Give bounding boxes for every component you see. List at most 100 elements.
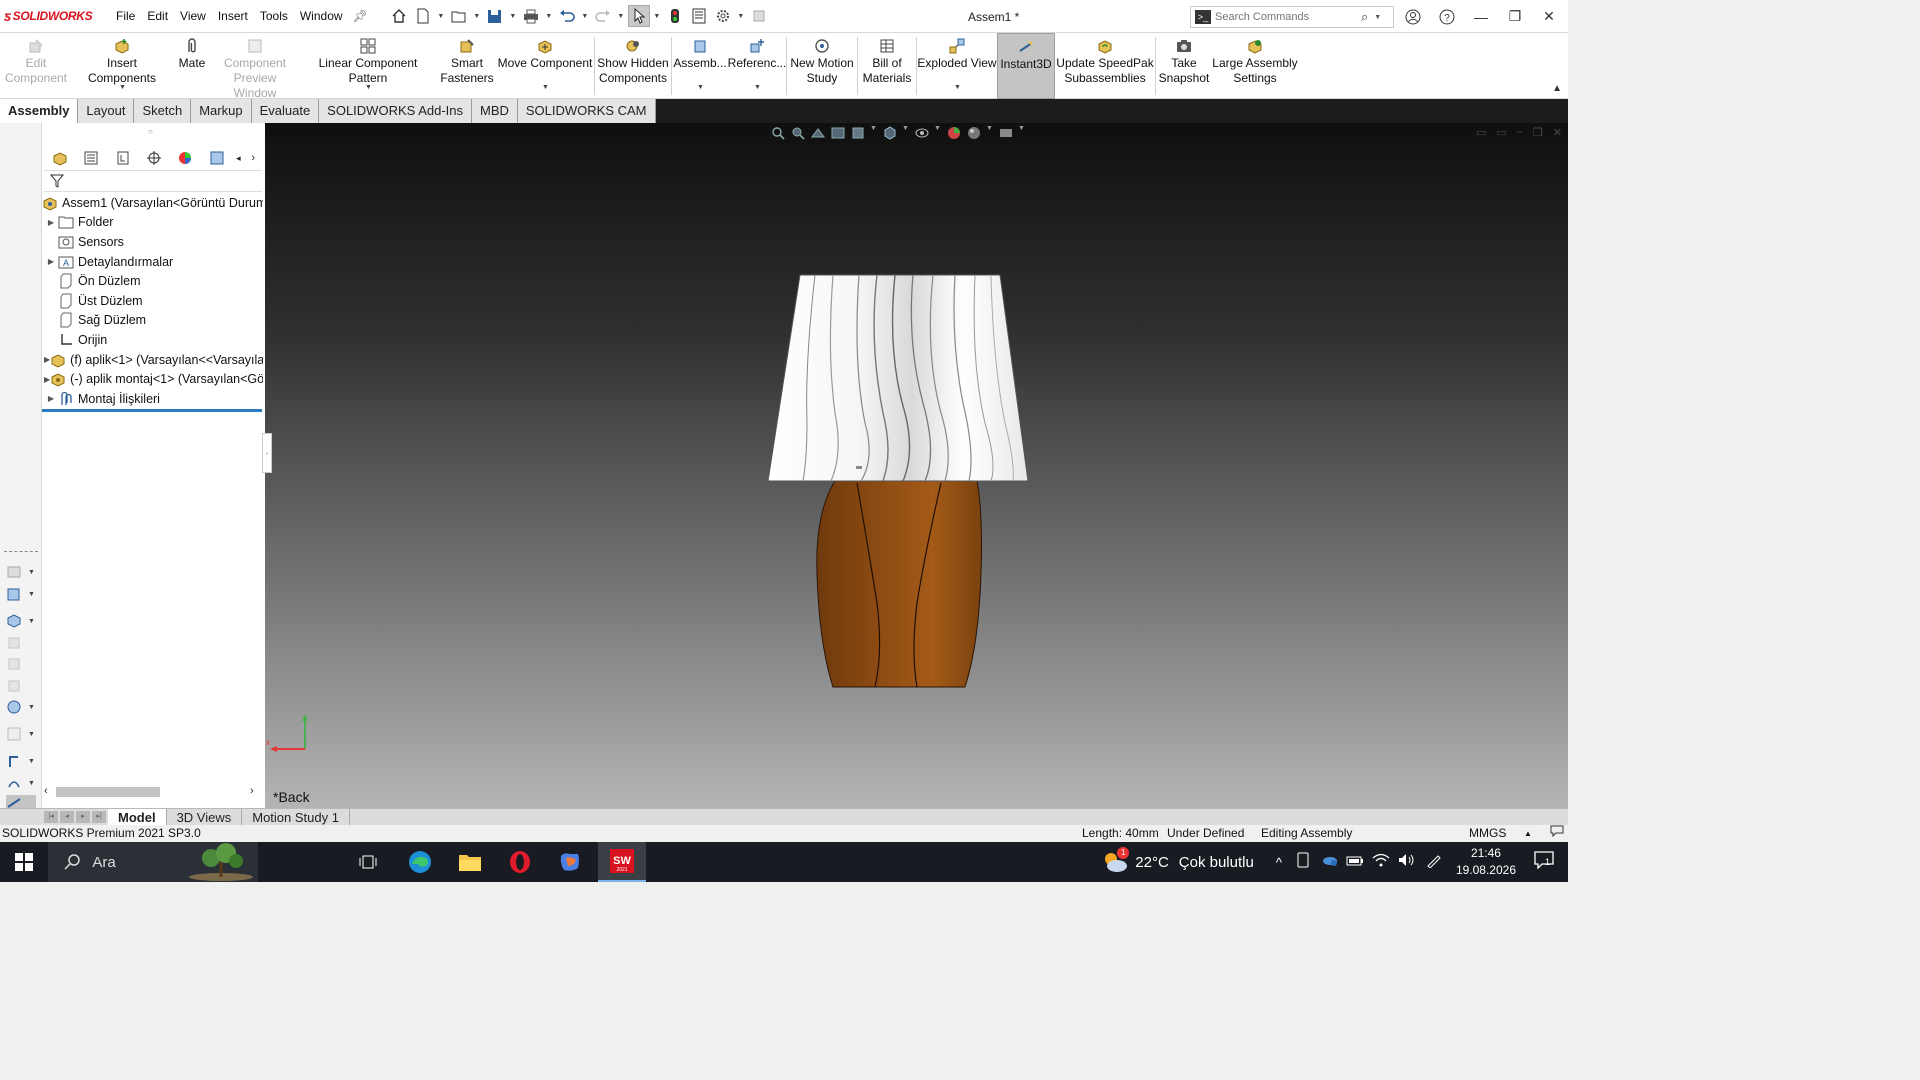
menu-tools[interactable]: Tools [254,9,294,23]
panel-splitter-handle[interactable]: ◦ [262,433,272,473]
viewport-restore-icon[interactable]: ❐ [1533,126,1543,139]
insert-components-dropdown-icon[interactable]: ▼ [119,80,126,95]
unit-system[interactable]: MMGS [1469,825,1506,842]
new-document-icon[interactable] [412,5,434,27]
tree-node-root-assembly[interactable]: Assem1 (Varsayılan<Görüntü Durumu-1>) [42,193,263,213]
featuremanager-tab-icon[interactable] [44,148,75,168]
take-snapshot-button[interactable]: Take Snapshot [1156,33,1212,99]
strip-tool-9[interactable]: ▼ [6,753,36,769]
windows-start-icon[interactable] [0,842,48,882]
edge-browser-icon[interactable] [399,842,441,882]
move-component-button[interactable]: Move Component ▼ [496,33,594,99]
onedrive-icon[interactable] [1320,853,1338,871]
menu-edit[interactable]: Edit [141,9,174,23]
strip-tool-10[interactable]: ▼ [6,775,36,791]
copilot-icon[interactable] [549,842,591,882]
redo-dropdown-icon[interactable]: ▼ [616,13,626,20]
propertymanager-tab-icon[interactable] [75,148,106,168]
edit-component-button[interactable]: Edit Component [0,33,72,99]
menu-view[interactable]: View [174,9,212,23]
tree-node-annotations[interactable]: ▶ A Detaylandırmalar [42,252,263,272]
strip-tool-1[interactable]: ▼ [6,564,36,580]
strip-tool-3-dropdown-icon[interactable]: ▼ [28,618,35,625]
undo-dropdown-icon[interactable]: ▼ [580,13,590,20]
menu-window[interactable]: Window [294,9,349,23]
viewport-minimize-icon[interactable]: – [1517,126,1523,139]
tabs-scroll-left-icon[interactable]: ◂ [233,153,245,164]
strip-tool-9-dropdown-icon[interactable]: ▼ [28,758,35,765]
strip-tool-2[interactable]: ▼ [6,586,36,602]
strip-tool-10-dropdown-icon[interactable]: ▼ [28,780,35,787]
file-properties-icon[interactable] [688,5,710,27]
solidworks-taskbar-icon[interactable]: SW 2021 [598,842,646,882]
tree-horizontal-scrollbar[interactable]: ‹ › [42,784,263,800]
tree-filter[interactable] [44,170,262,192]
minimize-icon[interactable]: — [1464,0,1498,33]
chat-bubble-icon[interactable] [1550,825,1564,842]
section-view-icon[interactable] [830,125,846,141]
view-orientation-icon[interactable] [882,125,898,141]
first-tab-icon[interactable]: |◂ [44,811,58,823]
strip-tool-7[interactable]: ▼ [6,699,36,715]
tab-3d-views[interactable]: 3D Views [167,809,243,825]
pen-workspace-icon[interactable] [1426,852,1442,872]
show-hidden-icons-chevron-icon[interactable]: ^ [1276,855,1282,870]
tab-evaluate[interactable]: Evaluate [251,99,320,123]
wifi-icon[interactable] [1372,853,1390,871]
hide-show-items-icon[interactable] [914,125,930,141]
rollback-bar[interactable] [42,409,262,412]
instant3d-button[interactable]: Instant3D [997,33,1055,99]
help-icon[interactable]: ? [1430,0,1464,33]
strip-tool-8-dropdown-icon[interactable]: ▼ [28,731,35,738]
linear-pattern-dropdown-icon[interactable]: ▼ [365,80,372,95]
tabs-scroll-right-icon[interactable]: › [244,152,262,164]
tree-node-front-plane[interactable]: Ön Düzlem [42,271,263,291]
options-dropdown-icon[interactable]: ▼ [736,13,746,20]
new-dropdown-icon[interactable]: ▼ [436,13,446,20]
apply-scene-icon[interactable] [966,125,982,141]
search-dropdown-icon[interactable]: ▼ [1374,14,1381,21]
select-dropdown-icon[interactable]: ▼ [652,13,662,20]
tree-node-top-plane[interactable]: Üst Düzlem [42,291,263,311]
print-icon[interactable] [520,5,542,27]
displaymanager-tab-icon[interactable] [170,148,201,168]
pane-grip-icon[interactable]: ○ [148,127,153,136]
print-dropdown-icon[interactable]: ▼ [544,13,554,20]
lamp-base[interactable] [816,480,982,688]
exploded-view-dropdown-icon[interactable]: ▼ [954,80,961,95]
strip-tool-8[interactable]: ▼ [6,726,36,742]
clock[interactable]: 21:46 19.08.2026 [1456,845,1516,879]
scroll-left-icon[interactable]: ‹ [44,785,48,797]
taskbar-search-box[interactable]: Ara [48,842,258,882]
new-motion-study-button[interactable]: New Motion Study [787,33,857,99]
user-account-icon[interactable] [1396,0,1430,33]
search-icon[interactable]: ⌕ [1361,9,1368,25]
expand-arrow-icon[interactable]: ▶ [44,394,58,403]
zoom-to-area-icon[interactable] [790,125,806,141]
mate-button[interactable]: Mate [172,33,212,99]
file-explorer-icon[interactable] [449,842,491,882]
bill-of-materials-button[interactable]: Bill of Materials [858,33,916,99]
graphics-area[interactable]: ▼ ▼ ▼ ▼ ▼ ▭ ▭ – ❐ ✕ x *Back [265,123,1568,808]
tab-sketch[interactable]: Sketch [134,99,192,123]
volume-icon[interactable] [1398,853,1416,871]
reference-geometry-button[interactable]: Referenc... ▼ [728,33,786,99]
undo-icon[interactable] [556,5,578,27]
unit-system-dropdown-icon[interactable]: ▲ [1524,825,1532,842]
tab-mbd[interactable]: MBD [472,99,518,123]
tree-node-subassembly-aplik-montaj[interactable]: ▶ (-) aplik montaj<1> (Varsayılan<Görünt… [42,369,263,389]
filter-funnel-icon[interactable] [50,174,66,188]
home-icon[interactable] [388,5,410,27]
opera-browser-icon[interactable] [499,842,541,882]
menu-file[interactable]: File [110,9,141,23]
strip-tool-3[interactable]: ▼ [6,613,36,629]
search-commands-box[interactable]: >_ ⌕ ▼ [1190,6,1394,28]
scrollbar-thumb[interactable] [56,787,160,797]
lamp-model[interactable] [765,273,1035,693]
view-orientation-dropdown-icon[interactable]: ▼ [870,125,878,141]
pin-icon[interactable]: 📌︎ [353,9,368,23]
options-gear-icon[interactable] [712,5,734,27]
close-icon[interactable]: ✕ [1532,0,1566,33]
tree-node-mates[interactable]: ▶ Montaj İlişkileri [42,389,263,409]
tab-model[interactable]: Model [108,809,167,825]
